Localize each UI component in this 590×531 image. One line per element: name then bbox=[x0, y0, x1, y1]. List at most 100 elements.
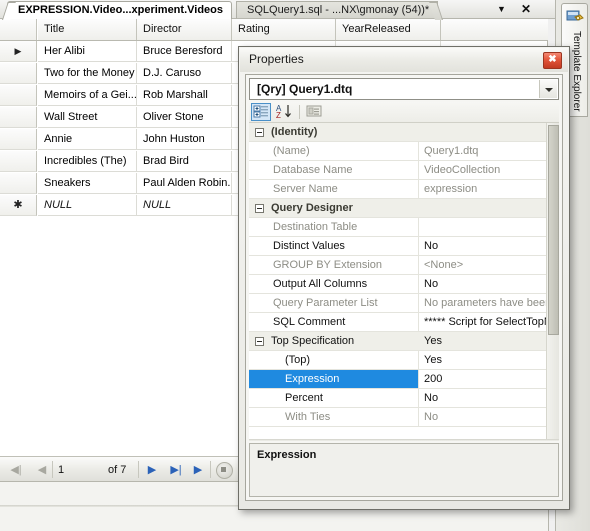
properties-grid-scrollbar[interactable] bbox=[546, 123, 559, 440]
tab-expression-videos[interactable]: EXPRESSION.Video...xperiment.Videos bbox=[7, 1, 232, 19]
nav-last-button[interactable]: ▶| bbox=[166, 461, 186, 479]
property-label: Percent bbox=[249, 389, 419, 407]
property-row-name[interactable]: (Name) Query1.dtq bbox=[249, 142, 559, 161]
scrollbar-thumb[interactable] bbox=[548, 125, 559, 335]
property-description-title: Expression bbox=[257, 449, 317, 461]
cell-title[interactable]: Annie bbox=[38, 129, 137, 150]
tab-close-icon[interactable]: ✕ bbox=[521, 2, 531, 16]
tab-sqlquery1[interactable]: SQLQuery1.sql - ...NX\gmonay (54))* bbox=[236, 1, 439, 19]
property-label: (Name) bbox=[249, 142, 419, 160]
nav-next-button[interactable]: ▶ bbox=[142, 461, 162, 479]
object-selector-combobox[interactable]: [Qry] Query1.dtq bbox=[249, 78, 559, 100]
property-value[interactable]: No parameters have been specified bbox=[419, 294, 559, 312]
property-row-percent[interactable]: Percent No bbox=[249, 389, 559, 408]
row-header[interactable] bbox=[0, 85, 37, 106]
cell-director[interactable]: Brad Bird bbox=[137, 151, 232, 172]
cell-director[interactable]: D.J. Caruso bbox=[137, 63, 232, 84]
cell-director[interactable]: Rob Marshall bbox=[137, 85, 232, 106]
tab-list-dropdown-icon[interactable]: ▼ bbox=[497, 2, 506, 16]
cell-director[interactable]: NULL bbox=[137, 195, 232, 216]
row-header[interactable]: ▶ bbox=[0, 41, 37, 62]
property-value[interactable]: Yes bbox=[419, 332, 559, 350]
property-value[interactable] bbox=[419, 218, 559, 236]
cell-director[interactable]: John Huston bbox=[137, 129, 232, 150]
row-header[interactable] bbox=[0, 129, 37, 150]
property-label: GROUP BY Extension bbox=[249, 256, 419, 274]
property-label: Distinct Values bbox=[249, 237, 419, 255]
svg-text:Z: Z bbox=[276, 111, 281, 120]
property-row-expression[interactable]: Expression 200 bbox=[249, 370, 559, 389]
categorized-view-icon[interactable] bbox=[251, 103, 271, 121]
property-value[interactable]: No bbox=[419, 389, 559, 407]
property-value[interactable]: No bbox=[419, 275, 559, 293]
property-value[interactable]: Yes bbox=[419, 351, 559, 369]
property-row-output-all-columns[interactable]: Output All Columns No bbox=[249, 275, 559, 294]
property-row-group-by-extension[interactable]: GROUP BY Extension <None> bbox=[249, 256, 559, 275]
cell-title[interactable]: Memoirs of a Gei... bbox=[38, 85, 137, 106]
property-pages-icon[interactable] bbox=[305, 103, 325, 121]
grid-column-header-director[interactable]: Director bbox=[137, 19, 232, 40]
property-row-distinct-values[interactable]: Distinct Values No bbox=[249, 237, 559, 256]
property-row-destination-table[interactable]: Destination Table bbox=[249, 218, 559, 237]
property-category-query-designer[interactable]: Query Designer bbox=[249, 199, 559, 218]
dialog-titlebar[interactable]: Properties ✖ bbox=[240, 48, 568, 72]
property-value[interactable]: Query1.dtq bbox=[419, 142, 559, 160]
grid-column-header-title[interactable]: Title bbox=[38, 19, 137, 40]
cell-title[interactable]: Incredibles (The) bbox=[38, 151, 137, 172]
property-label: Destination Table bbox=[249, 218, 419, 236]
row-header[interactable] bbox=[0, 107, 37, 128]
properties-toolbar: A Z bbox=[249, 102, 559, 123]
grid-corner-cell[interactable] bbox=[0, 19, 37, 40]
grid-column-header-yearreleased[interactable]: YearReleased bbox=[336, 19, 441, 40]
cell-director[interactable]: Paul Alden Robin... bbox=[137, 173, 232, 194]
tab-sqlquery1-label: SQLQuery1.sql - ...NX\gmonay (54))* bbox=[247, 4, 430, 16]
property-value[interactable]: ***** Script for SelectTopNRows co bbox=[419, 313, 559, 331]
property-label: Query Parameter List bbox=[249, 294, 419, 312]
nav-prev-button[interactable]: ◀ bbox=[32, 461, 52, 479]
property-label: Database Name bbox=[249, 161, 419, 179]
property-value[interactable]: VideoCollection bbox=[419, 161, 559, 179]
cell-director[interactable]: Oliver Stone bbox=[137, 107, 232, 128]
grid-column-header-rating[interactable]: Rating bbox=[232, 19, 336, 40]
property-value[interactable]: No bbox=[419, 237, 559, 255]
property-row-top[interactable]: (Top) Yes bbox=[249, 351, 559, 370]
description-splitter[interactable] bbox=[249, 439, 559, 441]
chevron-down-icon[interactable] bbox=[539, 80, 557, 98]
property-value[interactable]: expression bbox=[419, 180, 559, 198]
property-description-pane: Expression bbox=[249, 443, 559, 497]
property-row-database-name[interactable]: Database Name VideoCollection bbox=[249, 161, 559, 180]
template-explorer-icon bbox=[566, 8, 584, 26]
dialog-title: Properties bbox=[249, 52, 304, 66]
cell-title[interactable]: NULL bbox=[38, 195, 137, 216]
new-row-marker-icon: ✱ bbox=[13, 199, 23, 211]
property-category-identity[interactable]: (Identity) bbox=[249, 123, 559, 142]
property-row-server-name[interactable]: Server Name expression bbox=[249, 180, 559, 199]
cell-title[interactable]: Sneakers bbox=[38, 173, 137, 194]
row-header[interactable] bbox=[0, 173, 37, 194]
property-category-top-specification[interactable]: Top Specification Yes bbox=[249, 332, 559, 351]
property-value[interactable]: No bbox=[419, 408, 559, 426]
property-row-with-ties[interactable]: With Ties No bbox=[249, 408, 559, 427]
nav-current-row-input[interactable]: 1 bbox=[58, 462, 64, 478]
dialog-close-button[interactable]: ✖ bbox=[543, 52, 562, 69]
row-header-new[interactable]: ✱ bbox=[0, 195, 37, 216]
property-label: (Top) bbox=[249, 351, 419, 369]
property-row-query-parameter-list[interactable]: Query Parameter List No parameters have … bbox=[249, 294, 559, 313]
nav-stop-button[interactable] bbox=[216, 462, 233, 479]
property-category-label: Query Designer bbox=[271, 202, 353, 214]
alphabetical-sort-icon[interactable]: A Z bbox=[275, 103, 295, 121]
cell-title[interactable]: Her Alibi bbox=[38, 41, 137, 62]
cell-title[interactable]: Wall Street bbox=[38, 107, 137, 128]
property-value[interactable]: 200 bbox=[419, 370, 559, 388]
object-selector-value: [Qry] Query1.dtq bbox=[257, 82, 353, 96]
property-row-sql-comment[interactable]: SQL Comment ***** Script for SelectTopNR… bbox=[249, 313, 559, 332]
property-value[interactable]: <None> bbox=[419, 256, 559, 274]
row-header[interactable] bbox=[0, 63, 37, 84]
nav-first-button[interactable]: ◀| bbox=[6, 461, 26, 479]
grid-header-row: Title Director Rating YearReleased bbox=[0, 19, 548, 41]
nav-new-row-button[interactable]: ▶ bbox=[188, 461, 208, 479]
row-header[interactable] bbox=[0, 151, 37, 172]
properties-dialog: Properties ✖ [Qry] Query1.dtq A Z (Ident… bbox=[238, 46, 570, 510]
cell-title[interactable]: Two for the Money bbox=[38, 63, 137, 84]
cell-director[interactable]: Bruce Beresford bbox=[137, 41, 232, 62]
